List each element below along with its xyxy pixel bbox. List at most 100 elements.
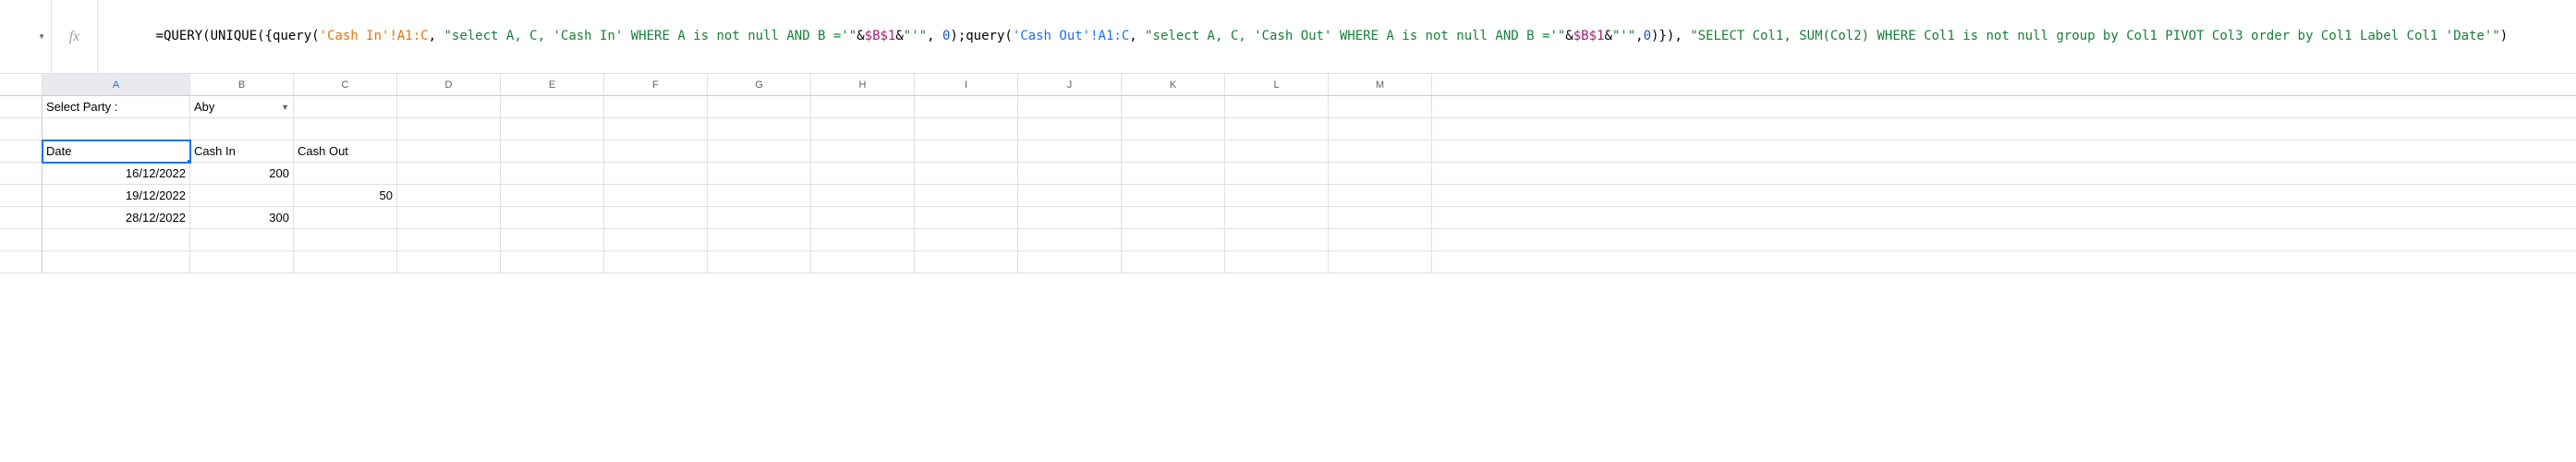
cell[interactable] bbox=[1329, 251, 1432, 274]
cell[interactable] bbox=[1329, 118, 1432, 140]
column-header-E[interactable]: E bbox=[501, 74, 604, 96]
cell[interactable] bbox=[915, 251, 1018, 274]
cell[interactable] bbox=[708, 207, 811, 229]
cell[interactable] bbox=[708, 163, 811, 185]
column-header-D[interactable]: D bbox=[397, 74, 501, 96]
row-header[interactable] bbox=[0, 96, 43, 118]
cell[interactable] bbox=[1329, 96, 1432, 118]
cell[interactable] bbox=[294, 229, 397, 251]
cell[interactable] bbox=[43, 229, 190, 251]
cell[interactable] bbox=[501, 96, 604, 118]
cell[interactable] bbox=[1225, 163, 1329, 185]
row-header[interactable] bbox=[0, 163, 43, 185]
cell[interactable] bbox=[501, 207, 604, 229]
column-header-G[interactable]: G bbox=[708, 74, 811, 96]
cell[interactable] bbox=[1122, 251, 1225, 274]
cell[interactable] bbox=[1122, 229, 1225, 251]
cell[interactable] bbox=[1018, 118, 1122, 140]
cell-date[interactable]: 16/12/2022 bbox=[43, 163, 190, 185]
cell[interactable] bbox=[1018, 207, 1122, 229]
cell[interactable] bbox=[1018, 251, 1122, 274]
cell[interactable] bbox=[811, 96, 915, 118]
cell-cashout[interactable]: 50 bbox=[294, 185, 397, 207]
cell[interactable] bbox=[915, 96, 1018, 118]
cell[interactable] bbox=[1329, 163, 1432, 185]
chevron-down-icon[interactable]: ▼ bbox=[38, 32, 45, 41]
cell-date-header[interactable]: Date bbox=[43, 140, 190, 163]
cell[interactable] bbox=[1018, 96, 1122, 118]
cell-cashout-header[interactable]: Cash Out bbox=[294, 140, 397, 163]
cell[interactable] bbox=[915, 140, 1018, 163]
cell[interactable] bbox=[501, 185, 604, 207]
cell[interactable] bbox=[708, 229, 811, 251]
cell[interactable] bbox=[294, 96, 397, 118]
cell[interactable] bbox=[1122, 118, 1225, 140]
cell[interactable] bbox=[915, 229, 1018, 251]
column-header-B[interactable]: B bbox=[190, 74, 294, 96]
cell-cashin[interactable] bbox=[190, 185, 294, 207]
cell[interactable] bbox=[294, 118, 397, 140]
cell[interactable] bbox=[1225, 118, 1329, 140]
cell[interactable] bbox=[1432, 140, 2576, 163]
cell[interactable] bbox=[397, 207, 501, 229]
column-header-C[interactable]: C bbox=[294, 74, 397, 96]
cell[interactable] bbox=[811, 163, 915, 185]
cell[interactable] bbox=[501, 163, 604, 185]
cell[interactable] bbox=[397, 96, 501, 118]
cell[interactable] bbox=[811, 229, 915, 251]
cell-cashout[interactable] bbox=[294, 163, 397, 185]
cell[interactable] bbox=[604, 185, 708, 207]
cell[interactable] bbox=[604, 96, 708, 118]
cell-select-party-label[interactable]: Select Party : bbox=[43, 96, 190, 118]
cell[interactable] bbox=[397, 140, 501, 163]
column-header-M[interactable]: M bbox=[1329, 74, 1432, 96]
column-header-H[interactable]: H bbox=[811, 74, 915, 96]
column-header-F[interactable]: F bbox=[604, 74, 708, 96]
cell[interactable] bbox=[1432, 229, 2576, 251]
cell[interactable] bbox=[1329, 229, 1432, 251]
cell[interactable] bbox=[1432, 163, 2576, 185]
cell[interactable] bbox=[708, 96, 811, 118]
cell[interactable] bbox=[1329, 185, 1432, 207]
row-header[interactable] bbox=[0, 140, 43, 163]
cell[interactable] bbox=[1122, 140, 1225, 163]
chevron-down-icon[interactable]: ▼ bbox=[281, 103, 289, 112]
cell[interactable] bbox=[43, 118, 190, 140]
cell[interactable] bbox=[915, 207, 1018, 229]
cell[interactable] bbox=[1225, 207, 1329, 229]
cell[interactable] bbox=[811, 185, 915, 207]
cell[interactable] bbox=[1329, 140, 1432, 163]
cell[interactable] bbox=[1432, 207, 2576, 229]
cell[interactable] bbox=[1018, 185, 1122, 207]
cell[interactable] bbox=[915, 118, 1018, 140]
cell[interactable] bbox=[1122, 185, 1225, 207]
cell[interactable] bbox=[397, 229, 501, 251]
column-header-A[interactable]: A bbox=[43, 74, 190, 96]
column-header-J[interactable]: J bbox=[1018, 74, 1122, 96]
cell[interactable] bbox=[604, 118, 708, 140]
cell[interactable] bbox=[1432, 185, 2576, 207]
row-header[interactable] bbox=[0, 207, 43, 229]
cell[interactable] bbox=[43, 251, 190, 274]
cell-cashin-header[interactable]: Cash In bbox=[190, 140, 294, 163]
cell[interactable] bbox=[604, 163, 708, 185]
cell[interactable] bbox=[190, 118, 294, 140]
cell-date[interactable]: 19/12/2022 bbox=[43, 185, 190, 207]
row-header[interactable] bbox=[0, 229, 43, 251]
cell[interactable] bbox=[811, 140, 915, 163]
cell[interactable] bbox=[915, 185, 1018, 207]
cell[interactable] bbox=[501, 140, 604, 163]
cell[interactable] bbox=[811, 118, 915, 140]
cell[interactable] bbox=[604, 251, 708, 274]
cell[interactable] bbox=[1432, 251, 2576, 274]
cell[interactable] bbox=[1225, 229, 1329, 251]
cell[interactable] bbox=[294, 251, 397, 274]
cell[interactable] bbox=[1018, 163, 1122, 185]
column-header-extra[interactable] bbox=[1432, 74, 2576, 96]
cell[interactable] bbox=[708, 140, 811, 163]
cell-cashout[interactable] bbox=[294, 207, 397, 229]
cell[interactable] bbox=[1018, 140, 1122, 163]
cell[interactable] bbox=[397, 118, 501, 140]
cell[interactable] bbox=[501, 251, 604, 274]
cell[interactable] bbox=[1225, 140, 1329, 163]
